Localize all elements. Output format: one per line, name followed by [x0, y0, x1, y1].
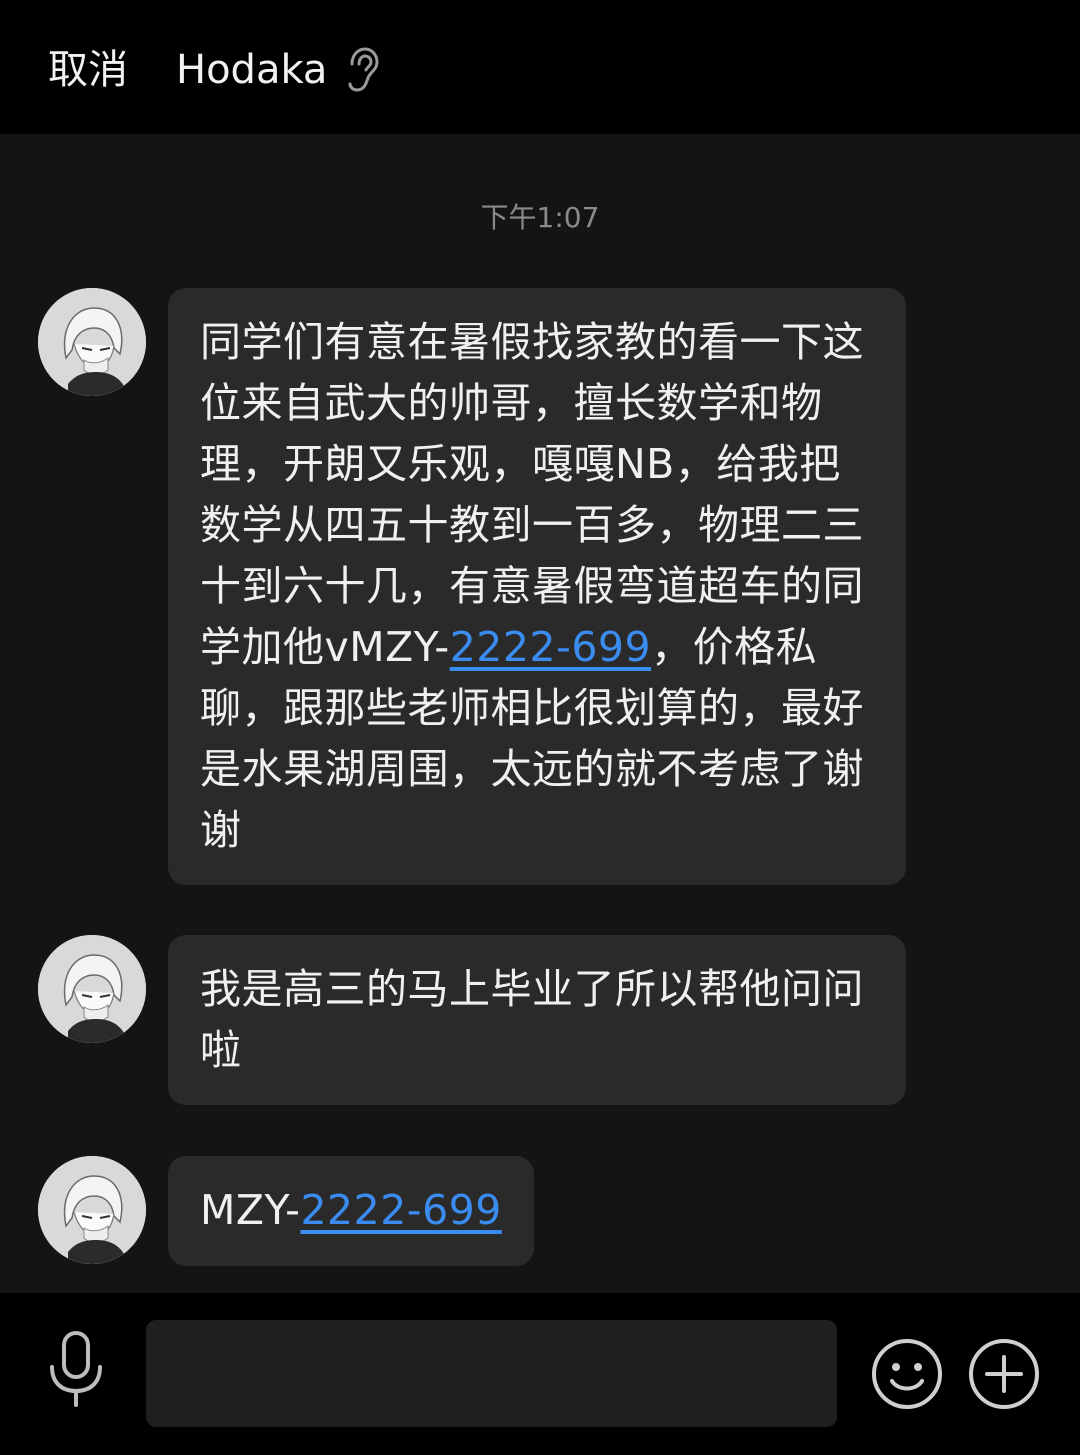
phone-link[interactable]: 2222-699 — [450, 623, 651, 671]
microphone-icon[interactable] — [44, 1329, 108, 1409]
top-bar: 取消 Hodaka — [0, 0, 1080, 134]
message-bubble[interactable]: 我是高三的马上毕业了所以帮他问问啦 — [168, 935, 906, 1105]
input-bar — [0, 1293, 1080, 1455]
message-timestamp: 下午1:07 — [480, 201, 600, 234]
contact-avatar[interactable] — [38, 288, 146, 396]
contact-avatar[interactable] — [38, 1156, 146, 1264]
phone-link[interactable]: 2222-699 — [300, 1186, 501, 1234]
contact-name: Hodaka — [176, 47, 328, 93]
message-text: 同学们有意在暑假找家教的看一下这位来自武大的帅哥，擅长数学和物理，开朗又乐观，嘎… — [200, 318, 864, 671]
contact-avatar[interactable] — [38, 935, 146, 1043]
ear-icon[interactable] — [344, 46, 380, 94]
plus-circle-icon[interactable] — [967, 1337, 1041, 1411]
message-text: MZY- — [200, 1186, 301, 1234]
cancel-button[interactable]: 取消 — [48, 42, 128, 98]
anime-avatar-icon — [38, 288, 146, 396]
message-bubble[interactable]: 同学们有意在暑假找家教的看一下这位来自武大的帅哥，擅长数学和物理，开朗又乐观，嘎… — [168, 288, 906, 885]
chat-area[interactable]: 下午1:07 同学们有意在暑假找家教的看一下这位来自武大的帅哥，擅长数学和物理，… — [0, 134, 1080, 1293]
anime-avatar-icon — [38, 935, 146, 1043]
message-bubble[interactable]: MZY-2222-699 — [168, 1156, 534, 1266]
message-text: 我是高三的马上毕业了所以帮他问问啦 — [200, 965, 864, 1074]
smiley-icon[interactable] — [870, 1337, 944, 1411]
message-input[interactable] — [146, 1320, 837, 1427]
anime-avatar-icon — [38, 1156, 146, 1264]
